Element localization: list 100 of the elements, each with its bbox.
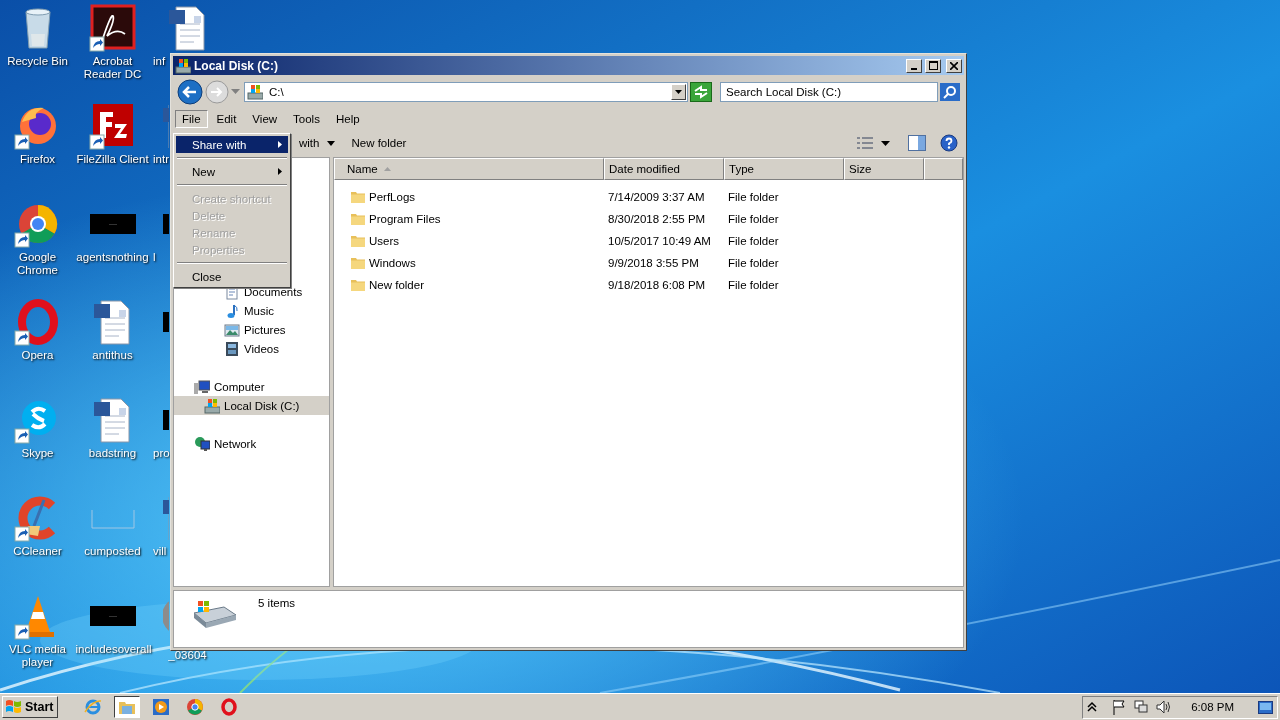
file-row-name[interactable]: Windows: [334, 256, 604, 270]
film-icon: [224, 340, 240, 357]
computer-icon: [194, 378, 210, 395]
maximize-icon: [928, 61, 938, 70]
menu-item[interactable]: Help: [328, 110, 367, 128]
icon-label: VLC media player: [8, 643, 67, 669]
flag-icon[interactable]: [1111, 699, 1128, 715]
network-icon[interactable]: [1133, 699, 1150, 715]
table-cell-text: 7/14/2009 3:37 AM: [607, 191, 706, 203]
icon-label: Opera: [20, 349, 55, 362]
column-header[interactable]: Type: [724, 158, 844, 180]
document-icon[interactable]: [163, 494, 169, 542]
menu-item[interactable]: New: [176, 163, 288, 180]
speaker-icon[interactable]: [1155, 699, 1172, 715]
nav-item[interactable]: Music: [174, 301, 329, 320]
table-cell-text: File folder: [727, 213, 780, 225]
folder-icon: [351, 234, 365, 248]
menu-item[interactable]: View: [245, 110, 285, 128]
back-icon[interactable]: [177, 79, 203, 105]
close-icon: [950, 61, 958, 70]
table-cell-text: File folder: [727, 235, 780, 247]
chrome-icon: [186, 698, 205, 716]
icon-label: includesoverall: [75, 643, 150, 656]
icon-label: Acrobat Reader DC: [82, 55, 143, 81]
caret-icon: [327, 140, 336, 146]
menu-item[interactable]: Tools: [286, 110, 327, 128]
item-count: 5 items: [258, 597, 296, 609]
nav-item[interactable]: Videos: [174, 339, 329, 358]
file-row-name[interactable]: PerfLogs: [334, 190, 604, 204]
address-field[interactable]: C:\: [244, 82, 688, 102]
opera-icon: [220, 698, 239, 716]
icon-label: inf: [152, 55, 166, 68]
file-row-name[interactable]: New folder: [334, 278, 604, 292]
column-header[interactable]: Name: [334, 158, 604, 180]
dropdown-button[interactable]: [671, 84, 686, 100]
window-title: Local Disk (C:): [194, 58, 279, 73]
toolbar-button[interactable]: New folder: [347, 134, 411, 152]
menu-item[interactable]: Share with: [176, 136, 288, 153]
icon-label: antithus: [91, 349, 134, 362]
chevron-up-icon[interactable]: [1087, 701, 1098, 713]
menu-item[interactable]: Close: [176, 268, 288, 285]
search-icon: [940, 83, 960, 101]
table-cell-text: File folder: [727, 191, 780, 203]
close-button[interactable]: [946, 58, 962, 73]
taskbar-button[interactable]: [114, 696, 141, 718]
search-field[interactable]: Search Local Disk (C:): [720, 82, 938, 102]
address-text: C:\: [269, 86, 285, 98]
icon-label: Recycle Bin: [6, 55, 69, 68]
icon-label: cumposted: [83, 545, 142, 558]
icon-label: agentsnothing: [75, 251, 150, 264]
windows-logo-icon: [5, 699, 23, 715]
folder-icon: [351, 190, 365, 204]
icon-label: intr: [152, 153, 169, 166]
search-button[interactable]: [940, 83, 960, 101]
table-cell-text: File folder: [727, 279, 780, 291]
menu-item[interactable]: Edit: [209, 110, 244, 128]
caret-icon: [675, 90, 682, 94]
minimize-icon: [911, 67, 917, 70]
table-cell-text: 9/9/2018 3:55 PM: [607, 257, 700, 269]
icon-label: Skype: [20, 447, 55, 460]
help-icon[interactable]: [940, 134, 958, 152]
nav-item[interactable]: Local Disk (C:): [174, 396, 329, 415]
refresh-icon[interactable]: [690, 82, 712, 102]
icon-label: Google Chrome: [16, 251, 59, 277]
network-icon: [194, 435, 210, 452]
show-desktop-icon[interactable]: [1258, 700, 1273, 714]
icon-label: badstring: [87, 447, 138, 460]
icon-label: Firefox: [18, 153, 57, 166]
minimize-button[interactable]: [906, 58, 922, 73]
play-icon: [152, 698, 171, 716]
nav-item[interactable]: Network: [174, 434, 329, 453]
folder-icon: [351, 256, 365, 270]
icon-label: FileZilla Client: [75, 153, 150, 166]
clock[interactable]: 6:08 PM: [1191, 701, 1234, 713]
drive-icon: [175, 57, 191, 74]
toolbar-button[interactable]: with: [295, 134, 340, 152]
table-cell-text: 9/18/2018 6:08 PM: [607, 279, 707, 291]
table-cell-text: 10/5/2017 10:49 AM: [607, 235, 712, 247]
icon-label: _03604: [167, 649, 208, 662]
menu-item[interactable]: File: [175, 110, 208, 128]
drive-icon: [204, 397, 220, 414]
icon-label: pro: [152, 447, 170, 460]
folder-icon: [351, 278, 365, 292]
maximize-button[interactable]: [925, 58, 941, 73]
file-row-name[interactable]: Program Files: [334, 212, 604, 226]
pdf-icon[interactable]: [88, 4, 137, 52]
browser-e-icon: [84, 698, 103, 716]
drive-icon: [247, 84, 263, 100]
table-cell-text: File folder: [727, 257, 780, 269]
file-row-name[interactable]: Users: [334, 234, 604, 248]
start-button[interactable]: Start: [2, 696, 59, 718]
nav-item[interactable]: Pictures: [174, 320, 329, 339]
caret-icon[interactable]: [881, 140, 890, 146]
column-header[interactable]: Date modified: [604, 158, 724, 180]
submenu-arrow-icon: [278, 141, 282, 148]
nav-item[interactable]: Computer: [174, 377, 329, 396]
column-header[interactable]: Size: [844, 158, 924, 180]
table-cell-text: 8/30/2018 2:55 PM: [607, 213, 707, 225]
icon-label: vill: [152, 545, 167, 558]
preview-pane-icon[interactable]: [908, 135, 926, 151]
